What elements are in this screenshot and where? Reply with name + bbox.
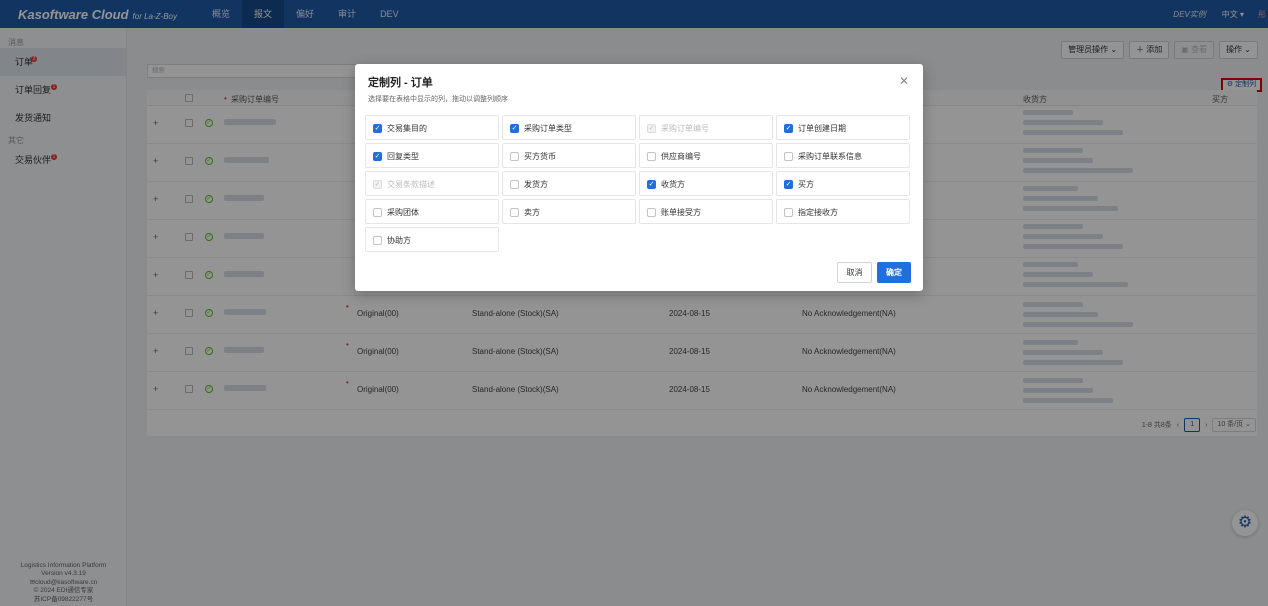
option-label: 账单接受方 — [661, 208, 701, 217]
column-option[interactable]: 采购订单联系信息 — [776, 143, 910, 168]
close-icon[interactable]: ✕ — [899, 74, 909, 88]
option-label: 采购订单编号 — [661, 124, 709, 133]
column-option[interactable]: 指定接收方 — [776, 199, 910, 224]
confirm-button[interactable]: 确定 — [877, 262, 911, 283]
option-checkbox[interactable] — [647, 152, 656, 161]
option-label: 交易条款描述 — [387, 180, 435, 189]
column-options-grid: ✓ 交易集目的 ✓ 采购订单类型 ✓ 采购订单编号 ✓ 订单创建日期 ✓ 回复类型 买方货币 供应商编… — [365, 115, 912, 252]
column-option[interactable]: ✓ 买方 — [776, 171, 910, 196]
option-label: 买方货币 — [524, 152, 556, 161]
option-checkbox[interactable] — [784, 208, 793, 217]
option-label: 卖方 — [524, 208, 540, 217]
option-checkbox[interactable] — [510, 208, 519, 217]
column-option[interactable]: ✓ 收货方 — [639, 171, 773, 196]
option-checkbox[interactable]: ✓ — [647, 180, 656, 189]
column-option: ✓ 交易条款描述 — [365, 171, 499, 196]
dialog-subtitle: 选择要在表格中显示的列，拖动以调整列顺序 — [368, 96, 508, 103]
option-checkbox: ✓ — [647, 124, 656, 133]
column-option[interactable]: 买方货币 — [502, 143, 636, 168]
column-option[interactable]: 供应商编号 — [639, 143, 773, 168]
custom-columns-dialog: 定制列 - 订单 选择要在表格中显示的列，拖动以调整列顺序 ✕ ✓ 交易集目的 ✓ 采… — [355, 64, 923, 291]
option-checkbox[interactable] — [373, 236, 382, 245]
option-label: 订单创建日期 — [798, 124, 846, 133]
option-label: 采购团体 — [387, 208, 419, 217]
option-label: 供应商编号 — [661, 152, 701, 161]
option-label: 收货方 — [661, 180, 685, 189]
option-checkbox[interactable]: ✓ — [510, 124, 519, 133]
dialog-title: 定制列 - 订单 — [368, 77, 433, 89]
option-label: 交易集目的 — [387, 124, 427, 133]
option-label: 买方 — [798, 180, 814, 189]
column-option[interactable]: 卖方 — [502, 199, 636, 224]
column-option[interactable]: 协助方 — [365, 227, 499, 252]
option-label: 发货方 — [524, 180, 548, 189]
option-checkbox: ✓ — [373, 180, 382, 189]
column-option[interactable]: ✓ 订单创建日期 — [776, 115, 910, 140]
option-label: 采购订单联系信息 — [798, 152, 862, 161]
column-option[interactable]: ✓ 采购订单类型 — [502, 115, 636, 140]
column-option[interactable]: ✓ 交易集目的 — [365, 115, 499, 140]
cancel-button[interactable]: 取消 — [837, 262, 872, 283]
option-checkbox[interactable] — [510, 152, 519, 161]
option-label: 采购订单类型 — [524, 124, 572, 133]
option-checkbox[interactable] — [784, 152, 793, 161]
option-checkbox[interactable] — [647, 208, 656, 217]
column-option[interactable]: ✓ 回复类型 — [365, 143, 499, 168]
option-checkbox[interactable]: ✓ — [373, 152, 382, 161]
column-option[interactable]: 发货方 — [502, 171, 636, 196]
column-option[interactable]: 采购团体 — [365, 199, 499, 224]
option-checkbox[interactable] — [373, 208, 382, 217]
option-checkbox[interactable] — [510, 180, 519, 189]
option-checkbox[interactable]: ✓ — [373, 124, 382, 133]
column-option[interactable]: 账单接受方 — [639, 199, 773, 224]
option-label: 协助方 — [387, 236, 411, 245]
option-label: 回复类型 — [387, 152, 419, 161]
column-option: ✓ 采购订单编号 — [639, 115, 773, 140]
option-label: 指定接收方 — [798, 208, 838, 217]
option-checkbox[interactable]: ✓ — [784, 124, 793, 133]
option-checkbox[interactable]: ✓ — [784, 180, 793, 189]
